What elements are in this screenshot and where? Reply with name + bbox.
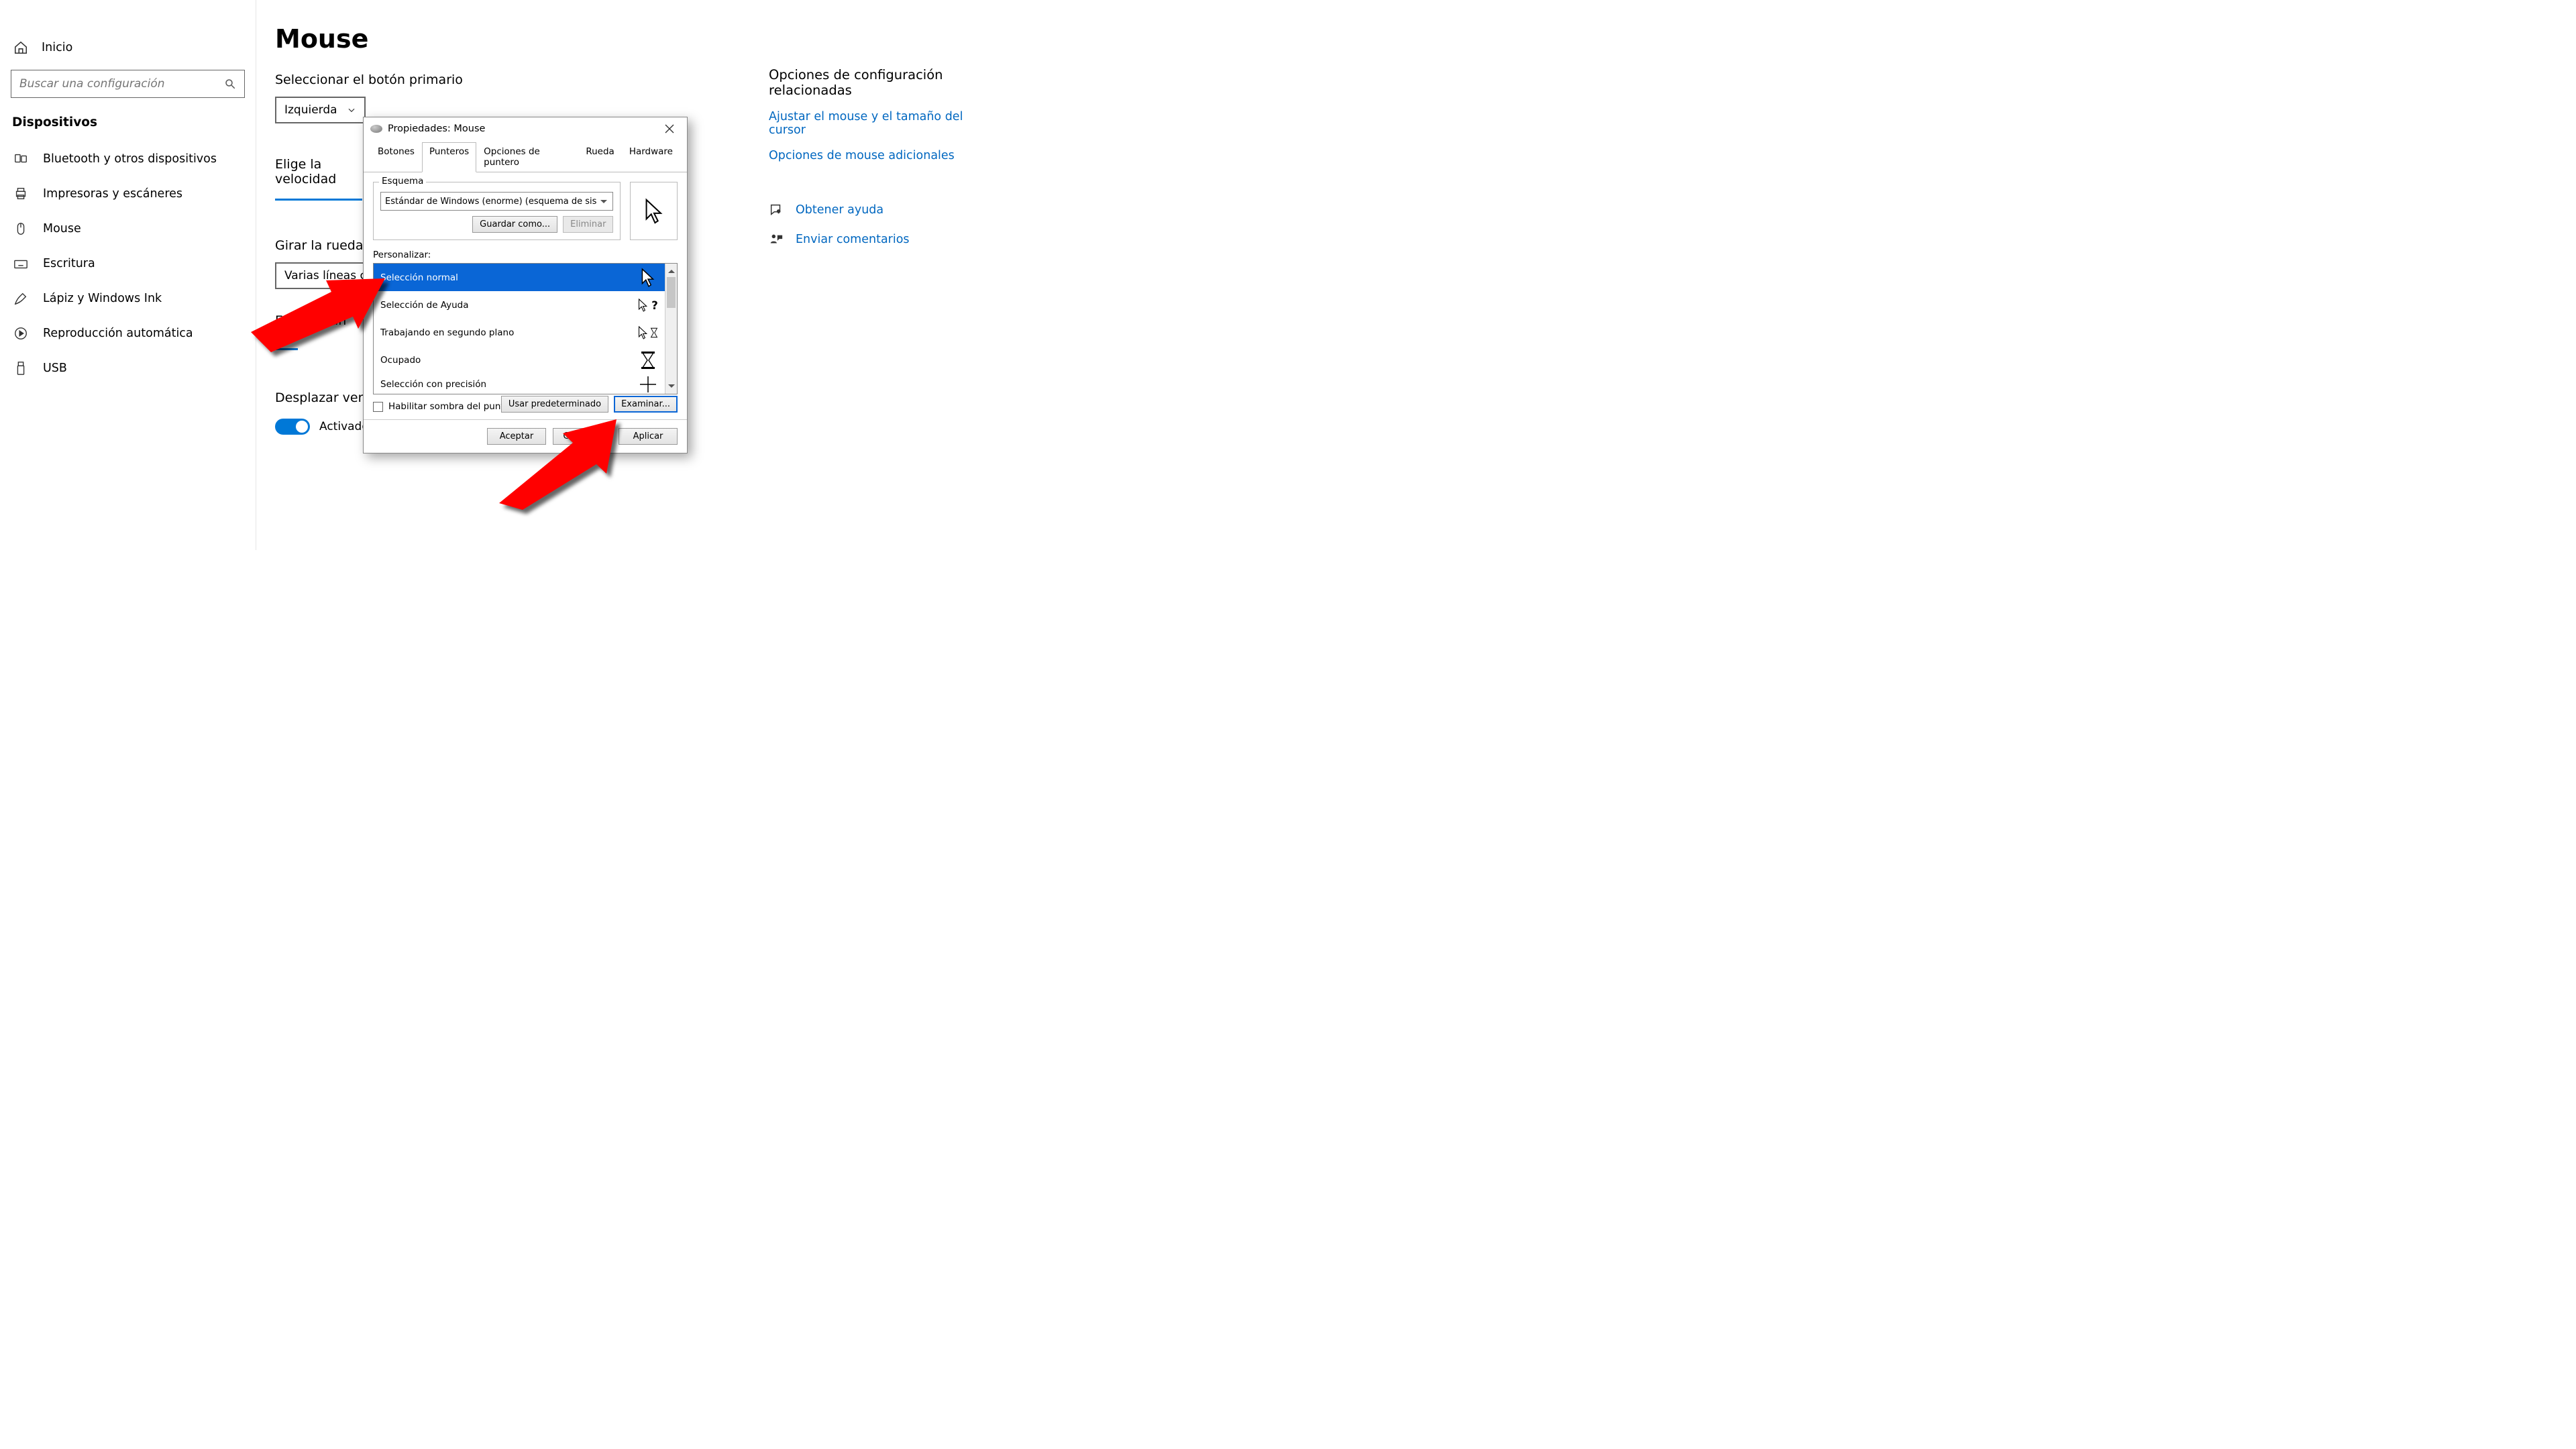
scrollbar-thumb[interactable]: [667, 277, 676, 308]
cursor-arrow-icon: [638, 268, 658, 288]
sidebar-item-label: Bluetooth y otros dispositivos: [43, 152, 217, 166]
section-header: Dispositivos: [0, 110, 256, 142]
search-field[interactable]: [19, 77, 224, 91]
apply-button[interactable]: Aplicar: [619, 428, 678, 445]
save-as-button[interactable]: Guardar como...: [472, 216, 557, 233]
home-icon: [13, 40, 28, 55]
sidebar-item-label: Escritura: [43, 257, 95, 270]
list-item-label: Selección de Ayuda: [380, 300, 469, 311]
tab-hardware[interactable]: Hardware: [622, 142, 680, 172]
delete-button: Eliminar: [563, 216, 613, 233]
customize-label: Personalizar:: [373, 250, 678, 260]
sidebar-item-label: USB: [43, 362, 67, 375]
browse-button[interactable]: Examinar...: [614, 396, 678, 413]
sidebar: Inicio Dispositivos Bluetooth y otros di…: [0, 0, 256, 550]
list-item-precision[interactable]: Selección con precisión: [374, 374, 665, 394]
cursor-arrow-icon: [644, 198, 664, 225]
search-input[interactable]: [11, 70, 245, 98]
sidebar-item-label: Lápiz y Windows Ink: [43, 292, 162, 305]
help-label: Obtener ayuda: [796, 203, 883, 217]
sidebar-item-label: Mouse: [43, 222, 81, 235]
mouse-properties-dialog: Propiedades: Mouse Botones Punteros Opci…: [363, 117, 688, 453]
list-item-normal[interactable]: Selección normal: [374, 264, 665, 291]
bluetooth-icon: [13, 152, 28, 166]
cursor-preview: [630, 182, 678, 240]
pen-icon: [13, 291, 28, 306]
primary-button-value: Izquierda: [284, 103, 337, 117]
cursor-precision-icon: [638, 374, 658, 394]
primary-button-select[interactable]: Izquierda: [275, 97, 366, 123]
list-item-label: Selección con precisión: [380, 379, 486, 390]
scrollbar[interactable]: [665, 264, 677, 394]
sidebar-item-mouse[interactable]: Mouse: [0, 211, 256, 246]
autoplay-icon: [13, 326, 28, 341]
wheel-value: Varias líneas ca: [284, 269, 373, 282]
list-item-help[interactable]: Selección de Ayuda ?: [374, 291, 665, 319]
cursor-list: Selección normal Selección de Ayuda ? Tr…: [373, 263, 678, 394]
chevron-down-icon: [347, 105, 356, 115]
scroll-inactive-toggle[interactable]: Activado: [275, 419, 369, 435]
get-help-link[interactable]: ? Obtener ayuda: [769, 203, 963, 217]
list-item-label: Ocupado: [380, 355, 421, 366]
dialog-footer: Aceptar Cancelar Aplicar: [364, 419, 687, 453]
rail-link-additional[interactable]: Opciones de mouse adicionales: [769, 149, 963, 162]
sidebar-item-autoplay[interactable]: Reproducción automática: [0, 316, 256, 351]
dialog-icon: [370, 125, 382, 133]
sidebar-home[interactable]: Inicio: [0, 32, 256, 62]
home-label: Inicio: [42, 41, 72, 54]
close-icon: [665, 124, 674, 133]
page-title: Mouse: [275, 24, 745, 54]
speed-label: Elige la velocidad: [275, 157, 362, 201]
feedback-icon: [769, 232, 784, 247]
related-rail: Opciones de configuración relacionadas A…: [769, 67, 963, 247]
dialog-titlebar[interactable]: Propiedades: Mouse: [364, 117, 687, 140]
dialog-body: Esquema Estándar de Windows (enorme) (es…: [364, 172, 687, 419]
shadow-label: Habilitar sombra del puntero: [388, 401, 519, 412]
primary-button-label: Seleccionar el botón primario: [275, 72, 745, 87]
list-item-busy[interactable]: Ocupado: [374, 346, 665, 374]
tab-buttons[interactable]: Botones: [370, 142, 422, 172]
cursor-help-icon: ?: [638, 295, 658, 315]
lines-slider[interactable]: [275, 348, 298, 350]
feedback-link[interactable]: Enviar comentarios: [769, 232, 963, 247]
use-default-button[interactable]: Usar predeterminado: [501, 396, 608, 413]
list-item-label: Selección normal: [380, 272, 458, 283]
sidebar-item-label: Impresoras y escáneres: [43, 187, 182, 201]
rail-title: Opciones de configuración relacionadas: [769, 67, 963, 98]
sidebar-item-pen[interactable]: Lápiz y Windows Ink: [0, 281, 256, 316]
tab-pointer-options[interactable]: Opciones de puntero: [476, 142, 578, 172]
sidebar-item-bluetooth[interactable]: Bluetooth y otros dispositivos: [0, 142, 256, 176]
scheme-group: Esquema Estándar de Windows (enorme) (es…: [373, 182, 621, 240]
help-icon: ?: [769, 203, 784, 217]
scheme-legend: Esquema: [379, 176, 426, 186]
sidebar-item-typing[interactable]: Escritura: [0, 246, 256, 281]
printer-icon: [13, 186, 28, 201]
search-icon: [224, 78, 236, 90]
tab-wheel[interactable]: Rueda: [578, 142, 621, 172]
keyboard-icon: [13, 256, 28, 271]
tabstrip: Botones Punteros Opciones de puntero Rue…: [364, 140, 687, 172]
toggle-label: Activado: [319, 420, 369, 433]
tab-pointers[interactable]: Punteros: [422, 142, 476, 172]
ok-button[interactable]: Aceptar: [487, 428, 546, 445]
svg-text:?: ?: [651, 299, 658, 312]
feedback-label: Enviar comentarios: [796, 233, 910, 246]
toggle-switch[interactable]: [275, 419, 310, 435]
cursor-busy-icon: [638, 350, 658, 370]
sidebar-item-label: Reproducción automática: [43, 327, 193, 340]
scheme-select[interactable]: Estándar de Windows (enorme) (esquema de…: [380, 192, 613, 211]
rail-link-cursor-size[interactable]: Ajustar el mouse y el tamaño del cursor: [769, 110, 963, 137]
cancel-button[interactable]: Cancelar: [553, 428, 612, 445]
list-item-background[interactable]: Trabajando en segundo plano: [374, 319, 665, 346]
shadow-checkbox[interactable]: [373, 402, 383, 412]
dialog-title: Propiedades: Mouse: [388, 123, 655, 134]
scheme-value: Estándar de Windows (enorme) (esquema de…: [385, 197, 596, 207]
usb-icon: [13, 361, 28, 376]
mouse-icon: [13, 221, 28, 236]
list-item-label: Trabajando en segundo plano: [380, 327, 514, 338]
sidebar-item-usb[interactable]: USB: [0, 351, 256, 386]
close-button[interactable]: [655, 119, 684, 139]
cursor-working-icon: [638, 323, 658, 343]
sidebar-item-printers[interactable]: Impresoras y escáneres: [0, 176, 256, 211]
